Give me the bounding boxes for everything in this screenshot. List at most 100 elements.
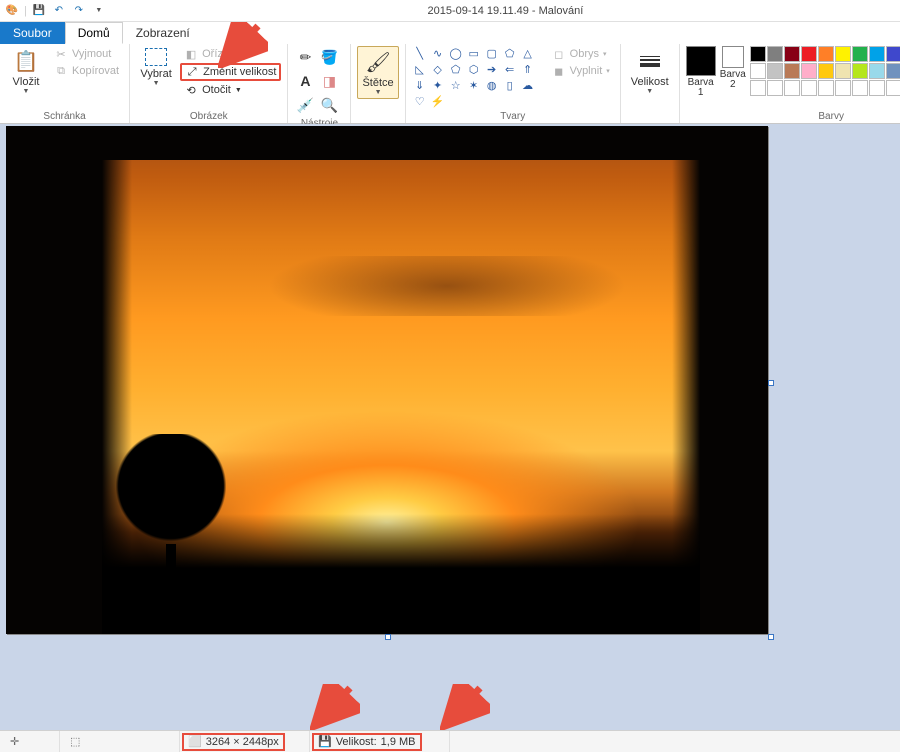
shapes-gallery[interactable]: ╲ ∿ ◯ ▭ ▢ ⬠ △ ◺ ◇ ⬠ ⬡ ➔ ⇐ ⇑ ⇓ ✦ ☆ ✶ ◍ ▯ [412, 46, 544, 108]
app-icon[interactable]: 🎨 [4, 3, 20, 19]
ribbon-tabs: Soubor Domů Zobrazení [0, 22, 900, 44]
shape-pentagon[interactable]: ⬠ [448, 62, 464, 76]
copy-icon: ⧉ [54, 64, 68, 78]
eraser-tool[interactable]: ◨ [318, 70, 340, 92]
palette-color[interactable] [835, 63, 851, 79]
canvas-area[interactable] [0, 124, 900, 730]
shape-star6[interactable]: ✶ [466, 78, 482, 92]
text-tool[interactable]: A [294, 70, 316, 92]
shape-heart[interactable]: ♡ [412, 94, 428, 108]
palette-color[interactable] [835, 80, 851, 96]
palette-color[interactable] [801, 80, 817, 96]
palette-color[interactable] [767, 46, 783, 62]
palette-color[interactable] [767, 63, 783, 79]
picker-tool[interactable]: 💉 [294, 94, 316, 116]
resize-handle[interactable] [768, 380, 774, 386]
palette-color[interactable] [801, 46, 817, 62]
palette-color[interactable] [869, 80, 885, 96]
palette-color[interactable] [818, 63, 834, 79]
palette-color[interactable] [818, 80, 834, 96]
shape-callout-round[interactable]: ◍ [484, 78, 500, 92]
save-icon[interactable]: 💾 [31, 3, 47, 19]
palette-color[interactable] [818, 46, 834, 62]
color-1-well[interactable]: Barva 1 [686, 46, 716, 98]
shape-arrow-r[interactable]: ➔ [484, 62, 500, 76]
shape-lightning[interactable]: ⚡ [430, 94, 446, 108]
redo-icon[interactable]: ↷ [71, 3, 87, 19]
palette-color[interactable] [886, 63, 900, 79]
palette-color[interactable] [886, 46, 900, 62]
palette-color[interactable] [835, 46, 851, 62]
group-clipboard: 📋 Vložit ▼ ✂ Vyjmout ⧉ Kopírovat Schránk… [0, 44, 130, 123]
color-2-well[interactable]: Barva 2 [720, 46, 746, 90]
shape-callout-rect[interactable]: ▯ [502, 78, 518, 92]
color-palette [750, 46, 900, 96]
size-button[interactable]: Velikost ▼ [627, 46, 673, 97]
image-dimensions: ⬜ 3264 × 2448px [180, 731, 310, 752]
palette-color[interactable] [869, 63, 885, 79]
palette-color[interactable] [886, 80, 900, 96]
magnifier-tool[interactable]: 🔍 [318, 94, 340, 116]
tab-home[interactable]: Domů [65, 22, 123, 44]
paste-button[interactable]: 📋 Vložit ▼ [6, 46, 46, 97]
resize-button[interactable]: ⤢ Změnit velikost [180, 63, 281, 81]
shape-callout-cloud[interactable]: ☁ [520, 78, 536, 92]
pencil-tool[interactable]: ✏ [294, 46, 316, 68]
chevron-down-icon: ▼ [153, 80, 160, 87]
shape-polygon[interactable]: ⬠ [502, 46, 518, 60]
shape-oval[interactable]: ◯ [448, 46, 464, 60]
selection-size: ⬚ [60, 731, 180, 752]
fill-tool[interactable]: 🪣 [318, 46, 340, 68]
title-bar: 🎨 | 💾 ↶ ↷ ▼ 2015-09-14 19.11.49 - Malová… [0, 0, 900, 22]
palette-color[interactable] [767, 80, 783, 96]
shape-diamond[interactable]: ◇ [430, 62, 446, 76]
palette-color[interactable] [852, 80, 868, 96]
palette-color[interactable] [852, 46, 868, 62]
palette-color[interactable] [750, 46, 766, 62]
palette-color[interactable] [784, 46, 800, 62]
brushes-button[interactable]: 🖌 Štětce ▼ [357, 46, 398, 99]
shape-line[interactable]: ╲ [412, 46, 428, 60]
palette-color[interactable] [801, 63, 817, 79]
palette-color[interactable] [784, 63, 800, 79]
palette-color[interactable] [750, 80, 766, 96]
palette-color[interactable] [784, 80, 800, 96]
shape-curve[interactable]: ∿ [430, 46, 446, 60]
resize-handle[interactable] [768, 634, 774, 640]
brush-icon: 🖌 [365, 49, 391, 75]
group-colors: Barva 1 Barva 2 Upravit barvy Barvy [680, 44, 900, 123]
crop-button[interactable]: ◧ Oříznout [180, 46, 281, 62]
shape-outline-button[interactable]: ◻ Obrys ▾ [548, 46, 614, 62]
canvas[interactable] [6, 126, 768, 634]
tab-view[interactable]: Zobrazení [123, 22, 203, 44]
resize-handle[interactable] [385, 634, 391, 640]
dimensions-icon: ⬜ [188, 735, 202, 748]
shape-star5[interactable]: ☆ [448, 78, 464, 92]
palette-color[interactable] [869, 46, 885, 62]
undo-icon[interactable]: ↶ [51, 3, 67, 19]
palette-color[interactable] [750, 63, 766, 79]
rotate-button[interactable]: ⟲ Otočit ▼ [180, 82, 281, 98]
shape-hexagon[interactable]: ⬡ [466, 62, 482, 76]
select-button[interactable]: Vybrat ▼ [136, 46, 176, 89]
palette-color[interactable] [852, 63, 868, 79]
crosshair-icon: ✛ [10, 735, 19, 748]
shape-arrow-d[interactable]: ⇓ [412, 78, 428, 92]
clipboard-icon: 📋 [13, 48, 39, 74]
copy-button[interactable]: ⧉ Kopírovat [50, 63, 123, 79]
window-title: 2015-09-14 19.11.49 - Malování [111, 5, 900, 17]
tab-file[interactable]: Soubor [0, 22, 65, 44]
shape-arrow-u[interactable]: ⇑ [520, 62, 536, 76]
shape-roundrect[interactable]: ▢ [484, 46, 500, 60]
fill-icon: ◼ [552, 64, 566, 78]
shape-rect[interactable]: ▭ [466, 46, 482, 60]
shape-triangle[interactable]: △ [520, 46, 536, 60]
outline-icon: ◻ [552, 47, 566, 61]
shape-star4[interactable]: ✦ [430, 78, 446, 92]
shape-fill-button[interactable]: ◼ Vyplnit ▾ [548, 63, 614, 79]
cut-button[interactable]: ✂ Vyjmout [50, 46, 123, 62]
shape-rtriangle[interactable]: ◺ [412, 62, 428, 76]
shape-arrow-l[interactable]: ⇐ [502, 62, 518, 76]
resize-icon: ⤢ [185, 65, 199, 79]
qat-dropdown-icon[interactable]: ▼ [91, 3, 107, 19]
